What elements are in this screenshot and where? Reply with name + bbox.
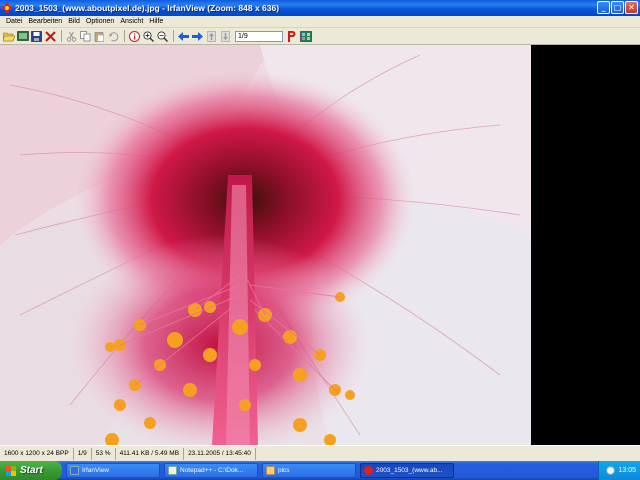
paste-icon[interactable] [93, 30, 106, 43]
save-icon[interactable] [30, 30, 43, 43]
menu-bearbeiten[interactable]: Bearbeiten [25, 18, 65, 25]
menu-hilfe[interactable]: Hilfe [146, 18, 166, 25]
toolbar: 1/9 [0, 28, 640, 45]
status-bar: 1600 x 1200 x 24 BPP 1/9 53 % 411.41 KB … [0, 445, 640, 461]
menu-bar: Datei Bearbeiten Bild Optionen Ansicht H… [0, 16, 640, 28]
taskbar-label: Notepad++ - C:\Dok... [180, 467, 244, 474]
toolbar-separator [124, 30, 125, 42]
status-index: 1/9 [74, 447, 92, 460]
first-icon[interactable] [205, 30, 218, 43]
irfanview-app-icon[interactable] [2, 3, 12, 13]
toolbar-separator [173, 30, 174, 42]
toolbar-separator [61, 30, 62, 42]
taskbar-label: pics [278, 467, 290, 474]
irfanview-icon [364, 466, 373, 475]
taskbar-button-irfanview[interactable]: IrfanView [66, 463, 160, 478]
menu-ansicht[interactable]: Ansicht [117, 18, 146, 25]
slideshow-icon[interactable] [16, 30, 29, 43]
open-folder-icon[interactable] [2, 30, 15, 43]
zoom-in-icon[interactable] [142, 30, 155, 43]
thumbnails-icon[interactable] [299, 30, 312, 43]
network-icon[interactable] [606, 466, 616, 475]
start-button[interactable]: Start [0, 461, 62, 480]
status-datetime: 23.11.2005 / 13:45:40 [184, 447, 256, 460]
window-controls: _ □ ✕ [597, 1, 638, 14]
minimize-button[interactable]: _ [597, 1, 610, 14]
hibiscus-photo [0, 45, 531, 445]
info-icon[interactable] [128, 30, 141, 43]
folder-icon [266, 466, 275, 475]
undo-icon[interactable] [107, 30, 120, 43]
zoom-out-icon[interactable] [156, 30, 169, 43]
windows-logo-icon [6, 465, 16, 476]
cut-icon[interactable] [65, 30, 78, 43]
title-bar[interactable]: 2003_1503_(www.aboutpixel.de).jpg - Irfa… [0, 0, 640, 16]
clock[interactable]: 13:05 [618, 467, 636, 474]
taskbar-button-pics[interactable]: pics [262, 463, 356, 478]
status-filesize: 411.41 KB / 5.49 MB [116, 447, 185, 460]
notepad-icon [168, 466, 177, 475]
image-viewport[interactable] [0, 45, 640, 445]
window-icon [70, 466, 79, 475]
taskbar-button-active-image[interactable]: 2003_1503_(www.ab... [360, 463, 454, 478]
menu-datei[interactable]: Datei [3, 18, 25, 25]
copy-icon[interactable] [79, 30, 92, 43]
menu-optionen[interactable]: Optionen [83, 18, 117, 25]
page-number-field[interactable]: 1/9 [235, 30, 283, 42]
taskbar-label: 2003_1503_(www.ab... [376, 467, 443, 474]
previous-icon[interactable] [177, 30, 190, 43]
last-icon[interactable] [219, 30, 232, 43]
taskbar: Start IrfanView Notepad++ - C:\Dok... pi… [0, 461, 640, 480]
maximize-button[interactable]: □ [611, 1, 624, 14]
close-button[interactable]: ✕ [625, 1, 638, 14]
paint-icon[interactable] [285, 30, 298, 43]
menu-bild[interactable]: Bild [65, 18, 83, 25]
next-icon[interactable] [191, 30, 204, 43]
system-tray: 13:05 [598, 461, 640, 480]
status-dimensions: 1600 x 1200 x 24 BPP [0, 447, 74, 460]
taskbar-label: IrfanView [82, 467, 109, 474]
delete-icon[interactable] [44, 30, 57, 43]
status-zoom: 53 % [92, 447, 116, 460]
window-title: 2003_1503_(www.aboutpixel.de).jpg - Irfa… [15, 3, 280, 13]
taskbar-button-notepad[interactable]: Notepad++ - C:\Dok... [164, 463, 258, 478]
start-label: Start [20, 465, 43, 476]
